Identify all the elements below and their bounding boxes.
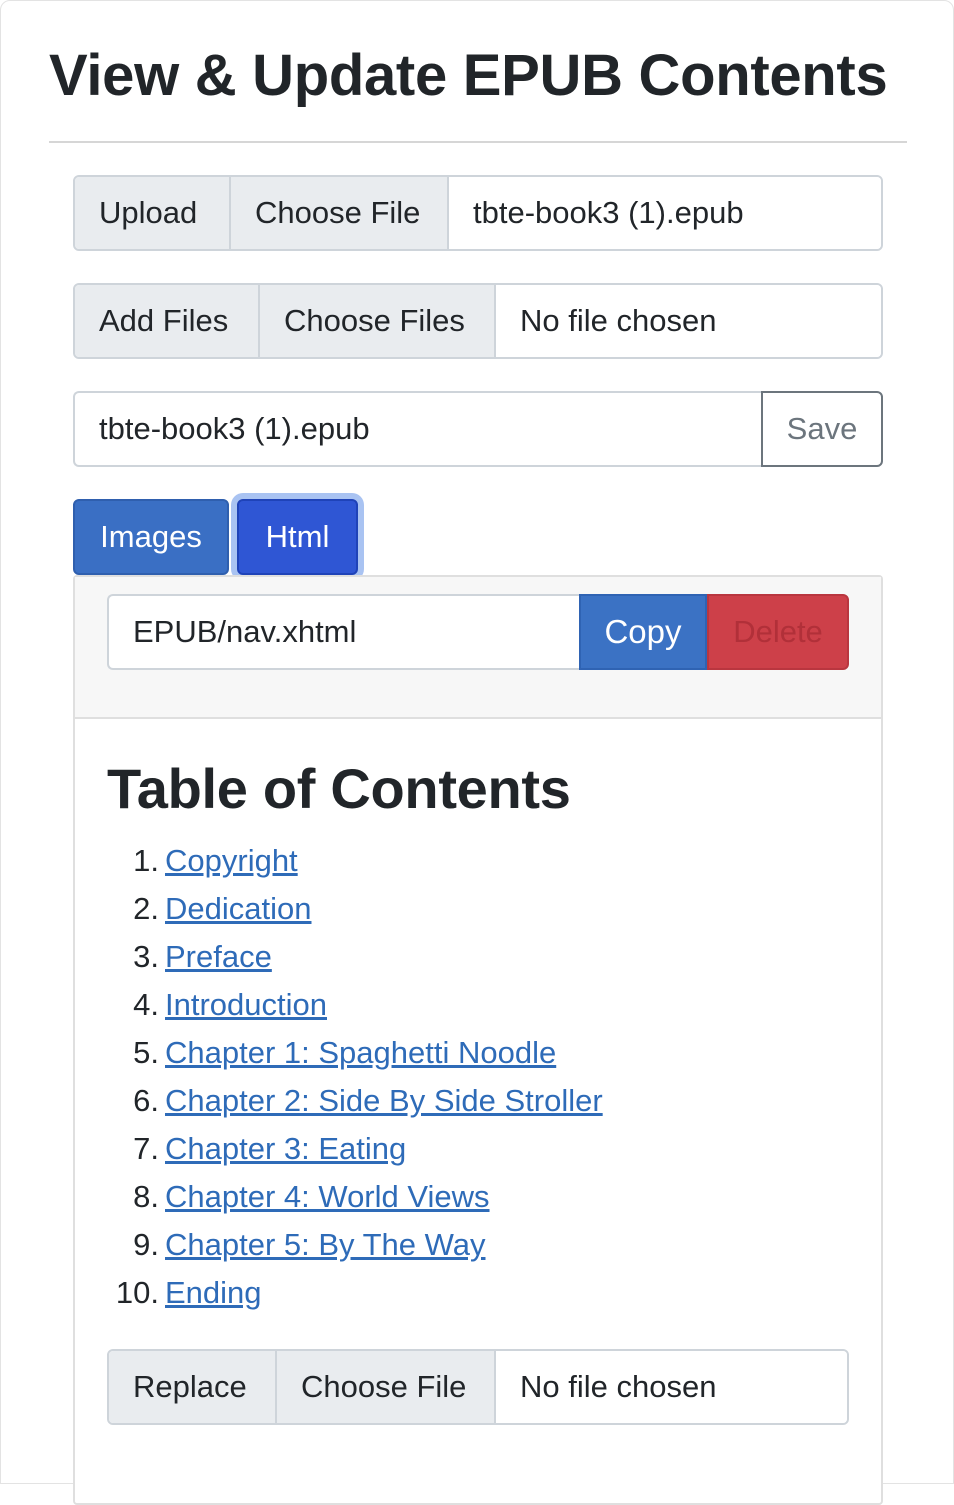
panel-toolbar: Copy Delete	[75, 577, 881, 719]
toc-link-chapter-3[interactable]: Chapter 3: Eating	[165, 1131, 406, 1167]
toc-item: 5. Chapter 1: Spaghetti Noodle	[107, 1029, 603, 1077]
save-row: Save	[73, 391, 883, 467]
toc-item-number: 9.	[133, 1227, 159, 1262]
copy-button[interactable]: Copy	[579, 594, 707, 670]
toc-link-chapter-1[interactable]: Chapter 1: Spaghetti Noodle	[165, 1035, 556, 1071]
upload-input-group: Upload Choose File tbte-book3 (1).epub	[73, 175, 883, 251]
file-path-input[interactable]	[107, 594, 579, 670]
toc-item: 2. Dedication	[107, 885, 603, 933]
toc-item-number: 3.	[133, 939, 159, 974]
page-title: View & Update EPUB Contents	[49, 43, 888, 108]
add-files-input-group: Add Files Choose Files No file chosen	[73, 283, 883, 359]
toc-item-number: 8.	[133, 1179, 159, 1214]
title-divider	[49, 141, 907, 143]
toc-item-number: 1.	[133, 843, 159, 878]
toc-item: 8. Chapter 4: World Views	[107, 1173, 603, 1221]
tab-html[interactable]: Html	[237, 499, 358, 575]
toc-item-number: 2.	[133, 891, 159, 926]
toc-item: 1. Copyright	[107, 837, 603, 885]
toc-item: 7. Chapter 3: Eating	[107, 1125, 603, 1173]
toc-item: 9. Chapter 5: By The Way	[107, 1221, 603, 1269]
add-files-button[interactable]: Add Files	[75, 285, 260, 357]
add-files-file-name[interactable]: No file chosen	[496, 285, 881, 357]
toc-item: 3. Preface	[107, 933, 603, 981]
toc-item-number: 7.	[133, 1131, 159, 1166]
upload-button[interactable]: Upload	[75, 177, 231, 249]
toc-item-number: 6.	[133, 1083, 159, 1118]
replace-button[interactable]: Replace	[109, 1351, 277, 1423]
delete-button[interactable]: Delete	[707, 594, 849, 670]
toc-link-introduction[interactable]: Introduction	[165, 987, 327, 1023]
toc-link-chapter-4[interactable]: Chapter 4: World Views	[165, 1179, 490, 1215]
toc-item-number: 5.	[133, 1035, 159, 1070]
replace-file-name[interactable]: No file chosen	[496, 1351, 847, 1423]
upload-file-name[interactable]: tbte-book3 (1).epub	[449, 177, 881, 249]
toc-item-number: 10.	[115, 1275, 159, 1310]
upload-choose-file-button[interactable]: Choose File	[231, 177, 449, 249]
toc-link-preface[interactable]: Preface	[165, 939, 272, 975]
toc-item: 10. Ending	[107, 1269, 603, 1317]
save-button[interactable]: Save	[761, 391, 883, 467]
file-path-row: Copy Delete	[107, 594, 849, 670]
toc-link-dedication[interactable]: Dedication	[165, 891, 311, 927]
toc-item: 4. Introduction	[107, 981, 603, 1029]
toc-link-copyright[interactable]: Copyright	[165, 843, 298, 879]
toc-link-chapter-2[interactable]: Chapter 2: Side By Side Stroller	[165, 1083, 603, 1119]
toc-heading: Table of Contents	[107, 757, 571, 820]
replace-input-group: Replace Choose File No file chosen	[107, 1349, 849, 1425]
main-card: View & Update EPUB Contents Upload Choos…	[0, 0, 954, 1505]
replace-choose-file-button[interactable]: Choose File	[277, 1351, 496, 1423]
epub-name-input[interactable]	[73, 391, 761, 467]
toc-item: 6. Chapter 2: Side By Side Stroller	[107, 1077, 603, 1125]
toc-link-ending[interactable]: Ending	[165, 1275, 262, 1311]
tab-images[interactable]: Images	[73, 499, 229, 575]
toc-list: 1. Copyright 2. Dedication 3. Preface 4. Int…	[107, 837, 603, 1317]
toc-link-chapter-5[interactable]: Chapter 5: By The Way	[165, 1227, 485, 1263]
toc-item-number: 4.	[133, 987, 159, 1022]
add-files-choose-button[interactable]: Choose Files	[260, 285, 496, 357]
